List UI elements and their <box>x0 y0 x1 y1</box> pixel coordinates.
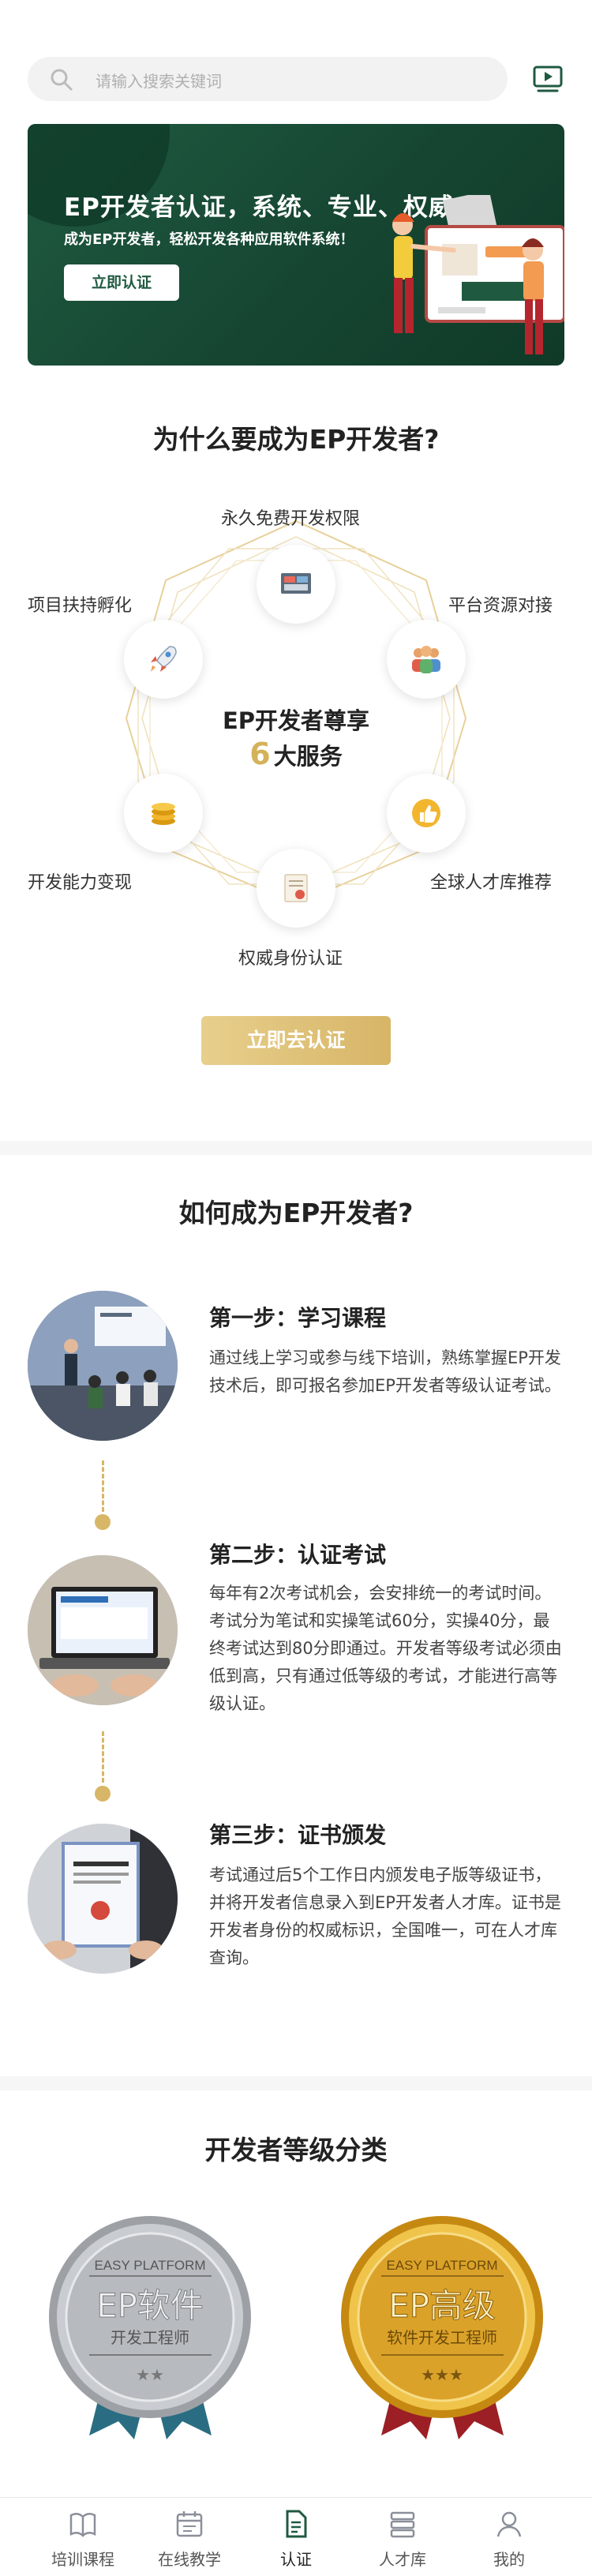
step-3-desc: 考试通过后5个工作日内颁发电子版等级证书，并将开发者信息录入到EP开发者人才库。… <box>209 1865 561 1967</box>
nav-item-certify[interactable]: 认证 <box>237 2498 355 2576</box>
top-bar: 请输入搜索关键词 <box>0 0 592 111</box>
step-connector-dot <box>95 1786 111 1802</box>
service-node-free-dev <box>257 545 335 624</box>
search-input[interactable]: 请输入搜索关键词 <box>28 57 508 101</box>
banner-subtitle: 成为EP开发者，轻松开发各种应用软件系统！ <box>64 231 354 248</box>
nav-label: 人才库 <box>379 2550 426 2569</box>
step-2-title: 第二步：认证考试 <box>209 1542 387 1568</box>
section-divider <box>0 1141 592 1155</box>
how-section-title: 如何成为EP开发者? <box>178 1198 414 1228</box>
services-word: 大服务 <box>273 743 343 770</box>
search-placeholder: 请输入搜索关键词 <box>96 72 222 91</box>
document-icon <box>286 2510 307 2538</box>
step-3-image <box>28 1824 178 1974</box>
nav-label: 认证 <box>280 2550 312 2569</box>
badge-silver-main: EP软件 <box>96 2286 204 2325</box>
thumbs-up-icon <box>412 799 440 827</box>
step-1-desc: 通过线上学习或参与线下培训，熟练掌握EP开发技术后，即可报名参加EP开发者等级认… <box>209 1348 561 1395</box>
rocket-icon <box>151 646 177 672</box>
step-connector <box>102 1460 104 1512</box>
service-node-talent <box>387 774 466 853</box>
service-node-monetize <box>124 774 203 853</box>
step-3-title: 第三步：证书颁发 <box>209 1822 387 1848</box>
step-1-title: 第一步：学习课程 <box>209 1305 387 1331</box>
badge-silver-stars: ★★ <box>136 2365 164 2384</box>
nav-item-profile[interactable]: 我的 <box>450 2498 568 2576</box>
coins-icon <box>152 803 175 825</box>
certificate-illustration <box>28 1824 178 1974</box>
service-node-identity <box>257 849 335 928</box>
service-label-incubate: 项目扶持孵化 <box>28 596 133 616</box>
nav-item-talent[interactable]: 人才库 <box>343 2498 462 2576</box>
badge-silver-sub: 开发工程师 <box>111 2328 189 2347</box>
level-badge-gold: EASY PLATFORM EP高级 软件开发工程师 ★★★ <box>341 2216 543 2439</box>
user-icon <box>496 2511 522 2537</box>
service-node-resources <box>387 620 466 699</box>
service-label-talent: 全球人才库推荐 <box>430 873 553 893</box>
badge-gold-sub: 软件开发工程师 <box>387 2328 497 2347</box>
step-connector-dot <box>95 1514 111 1530</box>
service-label-identity: 权威身份认证 <box>238 949 343 969</box>
badge-gold-main: EP高级 <box>388 2286 496 2325</box>
service-node-incubate <box>124 620 203 699</box>
service-label-resources: 平台资源对接 <box>448 596 553 616</box>
certificate-icon <box>284 874 308 902</box>
search-icon <box>51 69 73 91</box>
step-2-desc: 每年有2次考试机会，会安排统一的考试时间。考试分为笔试和实操笔试60分，实操40… <box>209 1584 562 1713</box>
step-1-image <box>28 1291 178 1441</box>
hero-banner[interactable]: EP开发者认证，系统、专业、权威 成为EP开发者，轻松开发各种应用软件系统！ 立… <box>28 124 564 366</box>
book-icon <box>69 2513 96 2537</box>
bottom-nav: 培训课程 在线教学 认证 人才库 我的 <box>0 2497 592 2576</box>
certify-now-button[interactable]: 立即认证 <box>64 264 179 301</box>
go-certify-button[interactable]: 立即去认证 <box>201 1016 391 1065</box>
calendar-icon <box>176 2511 203 2537</box>
nav-label: 我的 <box>493 2550 525 2569</box>
service-label-monetize: 开发能力变现 <box>28 873 133 893</box>
badge-silver-top: EASY PLATFORM <box>94 2258 205 2273</box>
nav-label: 培训课程 <box>51 2550 114 2569</box>
badge-gold-top: EASY PLATFORM <box>386 2258 497 2273</box>
exclusive-count: 6 大服务 <box>0 737 592 771</box>
stack-icon <box>390 2511 415 2538</box>
levels-section-title: 开发者等级分类 <box>204 2135 388 2165</box>
nav-label: 在线教学 <box>158 2550 221 2569</box>
banner-illustration <box>392 195 564 354</box>
nav-item-courses[interactable]: 培训课程 <box>24 2498 142 2576</box>
why-section-title: 为什么要成为EP开发者? <box>152 424 440 455</box>
exclusive-title: EP开发者尊享 <box>222 707 370 734</box>
section-divider <box>0 2076 592 2090</box>
video-icon[interactable] <box>532 65 564 93</box>
badge-gold-stars: ★★★ <box>421 2365 463 2384</box>
classroom-illustration <box>28 1291 178 1441</box>
step-2-image <box>28 1555 178 1705</box>
service-label-free-dev: 永久免费开发权限 <box>221 509 361 529</box>
people-icon <box>412 646 440 673</box>
laptop-illustration <box>28 1555 178 1705</box>
level-badge-silver: EASY PLATFORM EP软件 开发工程师 ★★ <box>49 2216 251 2439</box>
service-count: 6 <box>249 737 271 771</box>
device-icon <box>281 573 311 594</box>
step-connector <box>102 1731 104 1783</box>
nav-item-online[interactable]: 在线教学 <box>130 2498 249 2576</box>
